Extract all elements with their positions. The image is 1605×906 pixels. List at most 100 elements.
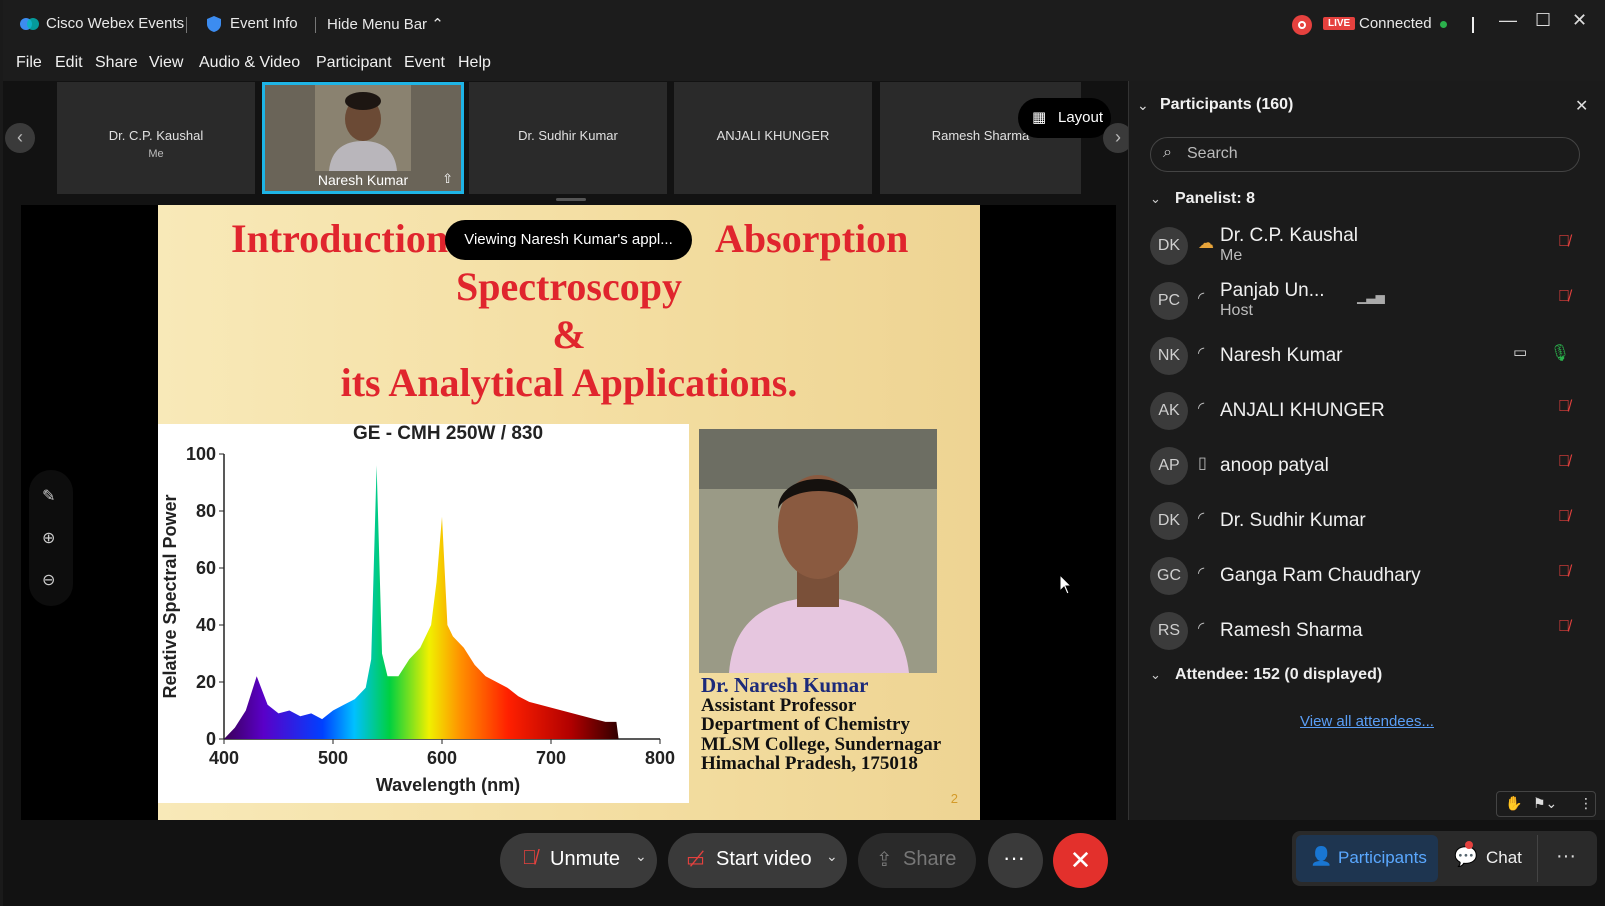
- y-tick-label: 40: [196, 615, 216, 635]
- chat-toggle-button[interactable]: 💬 Chat: [1442, 835, 1534, 882]
- search-input[interactable]: [1187, 145, 1567, 163]
- menu-edit[interactable]: Edit: [55, 54, 83, 72]
- more-icon[interactable]: ···: [1556, 845, 1576, 868]
- audio-connection-icon: ☁: [1198, 235, 1214, 252]
- filmstrip-prev-button[interactable]: ‹: [5, 123, 35, 153]
- viewing-toast: Viewing Naresh Kumar's appl...: [445, 220, 692, 260]
- event-info-button[interactable]: Event Info: [230, 15, 298, 32]
- collapse-panel-icon[interactable]: ⌄: [1137, 97, 1149, 114]
- app-name: Cisco Webex Events: [46, 15, 185, 32]
- participant-name: Dr. Sudhir Kumar: [1220, 510, 1366, 531]
- mic-muted-icon[interactable]: 🎙̸: [1558, 563, 1570, 581]
- author-line: MLSM College, Sundernagar: [701, 733, 942, 755]
- menu-participant[interactable]: Participant: [316, 54, 392, 72]
- chevron-down-icon[interactable]: ⌄: [1150, 667, 1161, 683]
- recording-icon[interactable]: [1292, 15, 1312, 35]
- participant-row[interactable]: DK ◜ Dr. Sudhir Kumar 🎙̸: [1150, 500, 1590, 554]
- participants-toggle-button[interactable]: 👤 Participants: [1296, 835, 1438, 882]
- mouse-cursor-icon: [1059, 574, 1073, 595]
- headset-icon: ◜: [1198, 565, 1205, 582]
- video-camera-icon[interactable]: ▭: [1513, 343, 1527, 361]
- share-icon: ⇪: [876, 849, 893, 871]
- author-photo-image: [699, 429, 937, 673]
- divider: [1537, 835, 1538, 882]
- search-icon: ⌕: [1163, 144, 1172, 161]
- more-options-button[interactable]: ···: [988, 833, 1043, 888]
- raise-hand-icon[interactable]: ✋: [1505, 795, 1522, 812]
- attendee-header: Attendee: 152 (0 displayed): [1175, 666, 1383, 683]
- unmute-button[interactable]: 🎙̸ Unmute ⌄: [500, 833, 657, 888]
- tile-name: Dr. Sudhir Kumar: [518, 128, 618, 143]
- slide-title-line4: its Analytical Applications.: [340, 360, 798, 405]
- webex-window: Cisco Webex Events Event Info Hide Menu …: [0, 0, 1605, 906]
- layout-button[interactable]: ▦ Layout: [1018, 98, 1111, 138]
- participant-row[interactable]: GC ◜ Ganga Ram Chaudhary 🎙̸: [1150, 555, 1590, 609]
- share-label: Share: [903, 848, 957, 870]
- menu-file[interactable]: File: [16, 54, 42, 72]
- unread-dot: [1465, 841, 1473, 849]
- mic-muted-icon[interactable]: 🎙̸: [1558, 288, 1570, 306]
- signal-bars-icon: ▁▃▅: [1357, 290, 1385, 304]
- avatar: DK: [1150, 227, 1188, 265]
- video-tile[interactable]: ANJALI KHUNGER: [674, 82, 872, 194]
- menu-bar: File Edit Share View Audio & Video Parti…: [3, 48, 1605, 81]
- participant-row[interactable]: NK ◜ Naresh Kumar ▭ 🎙: [1150, 335, 1590, 389]
- participant-row[interactable]: DK ☁ Dr. C.P. Kaushal Me 🎙̸: [1150, 225, 1590, 279]
- panel-title: Participants (160): [1160, 96, 1294, 113]
- reactions-icon[interactable]: ⚑⌄: [1533, 795, 1557, 812]
- menu-audio-video[interactable]: Audio & Video: [199, 54, 300, 72]
- participant-search[interactable]: ⌕: [1150, 137, 1580, 172]
- start-video-button[interactable]: ▭̸ Start video ⌄: [668, 833, 847, 888]
- shield-icon: [207, 16, 221, 32]
- chevron-down-icon[interactable]: ⌄: [826, 848, 838, 865]
- chart-title: GE - CMH 250W / 830: [353, 424, 543, 444]
- hide-menu-bar-button[interactable]: Hide Menu Bar ⌃: [327, 15, 444, 33]
- menu-event[interactable]: Event: [404, 54, 445, 72]
- chevron-down-icon[interactable]: ⌄: [635, 848, 647, 865]
- mic-on-icon[interactable]: 🎙: [1550, 343, 1570, 363]
- slide-title-line2: Spectroscopy: [456, 264, 682, 309]
- menu-view[interactable]: View: [149, 54, 183, 72]
- divider: [186, 17, 187, 33]
- participant-role: Me: [1220, 247, 1243, 264]
- zoom-in-icon[interactable]: ⊕: [42, 528, 55, 548]
- close-icon[interactable]: ✕: [1572, 10, 1587, 31]
- x-tick-label: 500: [318, 748, 348, 768]
- participant-row[interactable]: RS ◜ Ramesh Sharma 🎙̸: [1150, 610, 1590, 664]
- maximize-icon[interactable]: ☐: [1535, 10, 1551, 31]
- mic-muted-icon[interactable]: 🎙̸: [1558, 398, 1570, 416]
- y-tick-label: 0: [206, 729, 216, 749]
- menu-share[interactable]: Share: [95, 54, 138, 72]
- more-icon[interactable]: ⋮: [1579, 795, 1593, 812]
- video-tile-active-speaker[interactable]: Naresh Kumar ⇧: [262, 82, 464, 194]
- tile-name: ANJALI KHUNGER: [716, 128, 830, 143]
- view-all-attendees-link[interactable]: View all attendees...: [1300, 713, 1434, 730]
- tile-name: Naresh Kumar: [317, 172, 409, 188]
- mic-muted-icon[interactable]: 🎙̸: [1558, 508, 1570, 526]
- resize-handle[interactable]: [556, 198, 586, 201]
- chevron-down-icon[interactable]: ⌄: [1150, 191, 1161, 207]
- avatar: RS: [1150, 612, 1188, 650]
- mic-muted-icon[interactable]: 🎙̸: [1558, 233, 1570, 251]
- video-tile[interactable]: Dr. C.P. Kaushal Me: [57, 82, 255, 194]
- leave-meeting-button[interactable]: ✕: [1053, 833, 1108, 888]
- zoom-out-icon[interactable]: ⊖: [42, 570, 55, 590]
- menu-help[interactable]: Help: [458, 54, 491, 72]
- headset-icon: ◜: [1198, 620, 1205, 637]
- mic-muted-icon[interactable]: 🎙̸: [1558, 618, 1570, 636]
- participant-row[interactable]: AP ▯ anoop patyal 🎙̸: [1150, 445, 1590, 499]
- annotate-icon[interactable]: ✎: [42, 486, 55, 506]
- participant-name: ANJALI KHUNGER: [1220, 400, 1385, 421]
- video-tile[interactable]: Dr. Sudhir Kumar: [469, 82, 667, 194]
- mic-muted-icon[interactable]: 🎙̸: [1558, 453, 1570, 471]
- share-button[interactable]: ⇪ Share: [858, 833, 976, 888]
- participant-row[interactable]: PC ◜ Panjab Un... Host ▁▃▅ 🎙̸: [1150, 280, 1590, 334]
- panel-toggle-group: 👤 Participants 💬 Chat ···: [1292, 831, 1597, 886]
- headset-icon: ◜: [1198, 510, 1205, 527]
- layout-icon: ▦: [1032, 109, 1047, 126]
- participant-name: Panjab Un...: [1220, 280, 1325, 301]
- participant-row[interactable]: AK ◜ ANJALI KHUNGER 🎙̸: [1150, 390, 1590, 444]
- author-line: Department of Chemistry: [701, 714, 910, 735]
- minimize-icon[interactable]: —: [1499, 10, 1517, 31]
- close-panel-icon[interactable]: ✕: [1575, 96, 1588, 116]
